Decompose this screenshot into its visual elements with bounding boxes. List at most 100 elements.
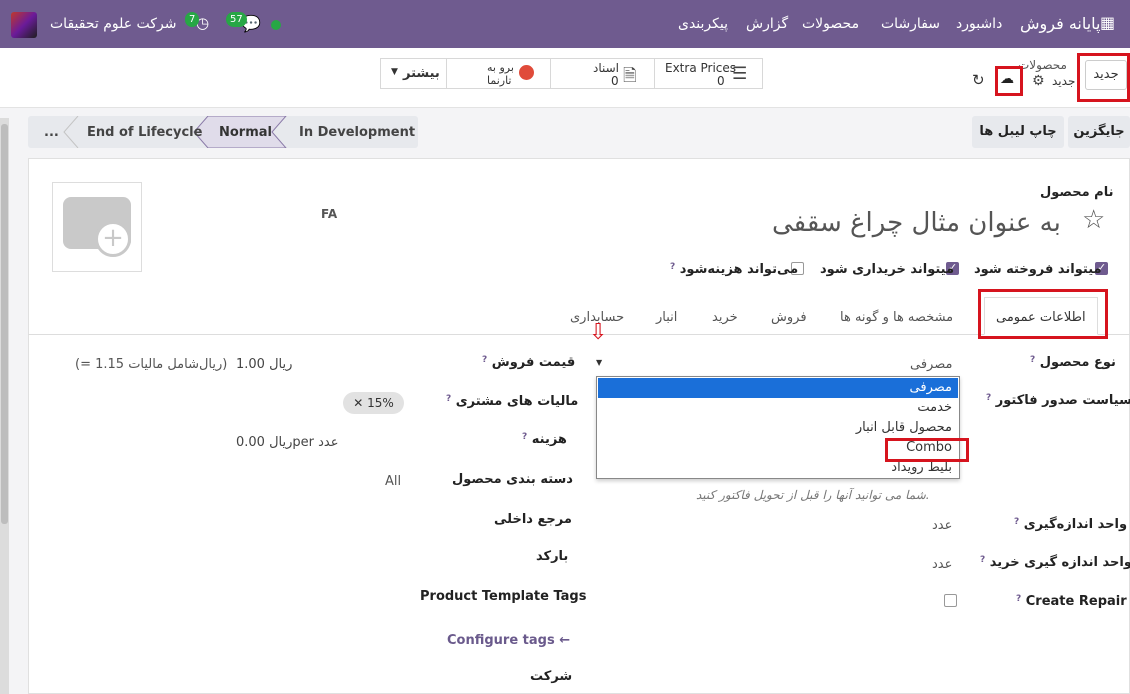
stage-more[interactable]: ... xyxy=(44,125,59,140)
stage-end-of-lifecycle[interactable]: End of Lifecycle xyxy=(87,125,202,140)
help-icon[interactable]: ? xyxy=(522,432,527,442)
plus-circle-icon: + xyxy=(95,221,131,257)
purchase-uom-label-text: واحد اندازه گیری خرید xyxy=(989,555,1130,570)
print-labels-button[interactable]: چاپ لیبل ها xyxy=(972,116,1064,148)
product-type-select[interactable]: مصرفی xyxy=(910,357,952,372)
uom-label: ? واحد اندازه‌گیری xyxy=(1014,517,1127,532)
arrow-left-icon: ← xyxy=(559,633,571,648)
extra-prices-count: 0 xyxy=(717,74,725,88)
more-label: بیشتر xyxy=(403,66,440,81)
create-repair-checkbox[interactable] xyxy=(944,594,957,607)
cost-label-text: هزینه xyxy=(531,432,567,447)
breadcrumb-parent[interactable]: محصولات xyxy=(1018,58,1067,72)
top-navbar: ▦ پایانه فروش داشبورد سفارشات محصولات گز… xyxy=(0,0,1130,48)
product-image-placeholder[interactable]: + xyxy=(52,182,142,272)
help-icon[interactable]: ? xyxy=(482,355,487,365)
stage-in-development[interactable]: In Development xyxy=(299,125,415,140)
create-repair-label-text: Create Repair xyxy=(1025,594,1127,609)
product-name-label: نام محصول xyxy=(1040,185,1114,200)
template-tags-label: Product Template Tags xyxy=(420,589,587,604)
sales-price-value[interactable]: 1.00 ریال xyxy=(236,357,292,372)
tab-inventory[interactable]: انبار xyxy=(656,310,677,325)
form-sheet xyxy=(28,158,1130,694)
scrollbar-thumb[interactable] xyxy=(1,124,8,524)
sales-price-label-text: قیمت فروش xyxy=(491,355,576,370)
remove-tag-icon[interactable]: ✕ xyxy=(353,396,363,410)
tab-attributes-variants[interactable]: مشخصه ها و گونه ها xyxy=(840,310,953,325)
menu-dashboard[interactable]: داشبورد xyxy=(956,16,1002,32)
help-icon[interactable]: ? xyxy=(1016,594,1021,604)
tab-sales[interactable]: فروش xyxy=(771,310,807,325)
website-line2: تارنما xyxy=(487,74,512,87)
help-icon[interactable]: ? xyxy=(670,262,675,272)
stat-documents[interactable]: 🗎 اسناد 0 xyxy=(551,59,655,88)
category-value[interactable]: All xyxy=(385,474,401,489)
sales-price-tax-included: (= 1.15 ریال‌شامل مالیات) xyxy=(75,357,228,372)
cost-label: ? هزینه xyxy=(522,432,567,447)
customer-tax-tag-text: 15% xyxy=(367,396,394,410)
tab-general-highlight xyxy=(978,289,1108,339)
configure-tags-link[interactable]: Configure tags ← xyxy=(447,633,570,648)
caret-down-icon: ▼ xyxy=(391,67,398,77)
company-name[interactable]: شرکت علوم تحقیقات xyxy=(50,16,176,32)
cost-value[interactable]: 0.00 ریالper عدد xyxy=(236,435,339,450)
stat-extra-prices[interactable]: ☰ Extra Prices 0 xyxy=(655,59,763,88)
tabs-bottom-border xyxy=(28,334,1130,335)
option-consumable[interactable]: مصرفی xyxy=(598,378,958,398)
messages-badge: 57 xyxy=(226,12,247,27)
documents-count: 0 xyxy=(611,74,619,88)
tab-purchase[interactable]: خرید xyxy=(712,310,738,325)
discard-icon[interactable]: ↻ xyxy=(972,71,985,89)
help-icon[interactable]: ? xyxy=(446,394,451,404)
uom-value[interactable]: عدد xyxy=(932,518,952,533)
menu-configuration[interactable]: پیکربندی xyxy=(678,16,728,32)
save-button-highlight xyxy=(995,66,1023,96)
menu-reporting[interactable]: گزارش xyxy=(746,16,788,32)
invoice-policy-label: ? سیاست صدور فاکتور xyxy=(986,393,1130,408)
favorite-star-icon[interactable]: ☆ xyxy=(1082,205,1105,235)
user-avatar[interactable] xyxy=(11,12,37,38)
help-icon[interactable]: ? xyxy=(980,555,985,565)
new-button-highlight xyxy=(1077,53,1130,102)
extra-prices-label: Extra Prices xyxy=(665,61,737,75)
can-be-expensed-text: می‌تواند هزینه‌شود xyxy=(679,262,799,277)
can-be-expensed-label: ? می‌تواند هزینه‌شود xyxy=(670,262,798,277)
help-icon[interactable]: ? xyxy=(1014,517,1019,527)
category-label: دسته بندی محصول xyxy=(452,472,573,487)
uom-label-text: واحد اندازه‌گیری xyxy=(1023,517,1128,532)
product-type-dropdown: مصرفی خدمت محصول قابل انبار Combo بلیط ر… xyxy=(596,376,960,479)
globe-icon xyxy=(519,65,534,80)
document-icon: 🗎 xyxy=(623,66,637,86)
lang-badge[interactable]: FA xyxy=(321,207,337,221)
stage-normal[interactable]: Normal xyxy=(219,125,272,140)
can-be-purchased-label: میتواند خریداری شود xyxy=(820,262,955,277)
select-caret-icon: ▼ xyxy=(596,358,603,367)
help-icon[interactable]: ? xyxy=(1030,355,1035,365)
breadcrumb-current: جدید xyxy=(1052,74,1076,88)
help-icon[interactable]: ? xyxy=(986,393,991,403)
replace-button[interactable]: جایگزین xyxy=(1068,116,1130,148)
stat-website[interactable]: برو به تارنما xyxy=(447,59,551,88)
configure-tags-text: Configure tags xyxy=(447,633,555,648)
menu-products[interactable]: محصولات xyxy=(802,16,859,32)
product-name-input[interactable]: به عنوان مثال چراغ سقفی xyxy=(772,208,1061,238)
internal-reference-label: مرجع داخلی xyxy=(494,512,572,527)
customer-taxes-label-text: مالیات های مشتری xyxy=(455,394,579,409)
can-be-sold-label: میتواند فروخته شود xyxy=(974,262,1102,277)
purchase-uom-label: ? واحد اندازه گیری خرید xyxy=(980,555,1130,570)
website-line1: برو به xyxy=(487,61,514,74)
menu-orders[interactable]: سفارشات xyxy=(881,16,940,32)
gear-icon[interactable]: ⚙ xyxy=(1032,73,1045,89)
invoice-policy-label-text: سیاست صدور فاکتور xyxy=(995,393,1130,408)
customer-tax-tag[interactable]: ✕ 15% xyxy=(343,392,404,414)
status-dot xyxy=(271,20,281,30)
stat-more[interactable]: بیشتر ▼ xyxy=(381,59,447,88)
purchase-uom-value[interactable]: عدد xyxy=(932,557,952,572)
option-service[interactable]: خدمت xyxy=(598,398,958,418)
customer-taxes-label: ? مالیات های مشتری xyxy=(446,394,578,409)
barcode-label: بارکد xyxy=(536,549,569,564)
apps-menu-icon[interactable]: ▦ xyxy=(1100,15,1116,32)
option-storable[interactable]: محصول قابل انبار xyxy=(598,418,958,438)
combo-option-highlight xyxy=(885,438,969,462)
app-name[interactable]: پایانه فروش xyxy=(1020,14,1101,33)
